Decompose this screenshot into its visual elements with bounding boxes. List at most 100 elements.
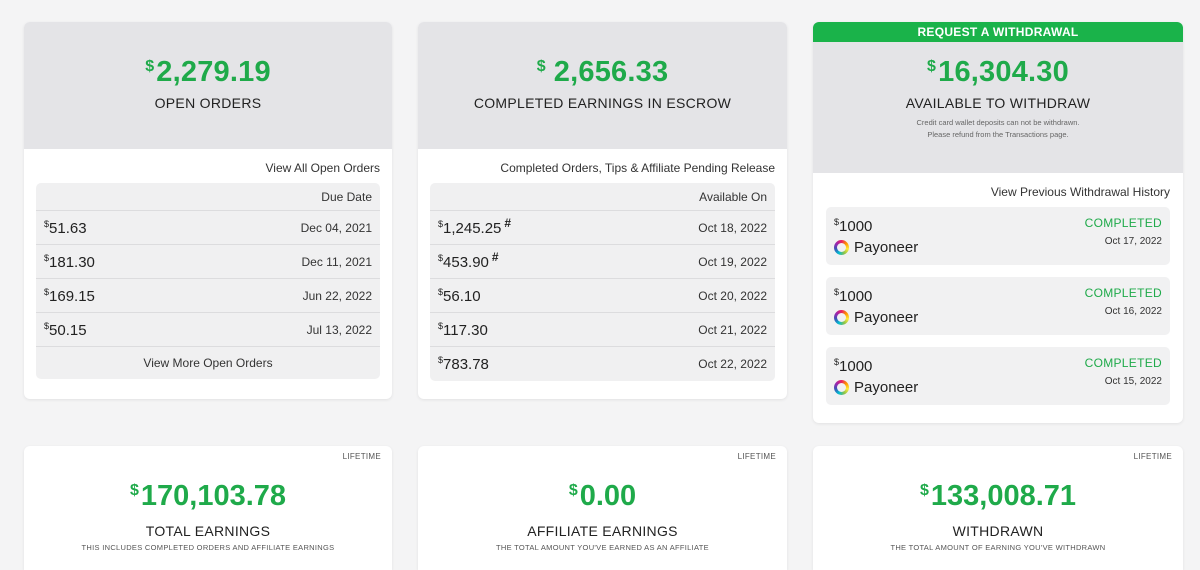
lifetime-tag: LIFETIME [1133,452,1172,461]
withdrawn-card: LIFETIME $133,008.71 WITHDRAWN THE TOTAL AM… [813,446,1183,570]
lifetime-amount: $0.00 [418,480,787,513]
escrow-label: COMPLETED EARNINGS IN ESCROW [473,95,732,111]
payoneer-logo-icon [834,310,849,325]
order-due-date: Dec 04, 2021 [300,220,372,235]
lifetime-label: AFFILIATE EARNINGS [527,523,678,539]
escrow-row: $1,245.25 # Oct 18, 2022 [430,211,775,245]
escrow-amount-value: 56.10 [443,287,481,305]
request-withdrawal-button[interactable]: REQUEST A WITHDRAWAL [813,22,1183,42]
order-amount: $181.30 [44,253,95,271]
order-amount: $51.63 [44,219,87,237]
withdrawal-date: Oct 16, 2022 [1104,306,1162,317]
withdraw-header: REQUEST A WITHDRAWAL $16,304.30 AVAILABL… [813,22,1183,173]
order-amount-value: 169.15 [49,287,95,305]
escrow-row: $56.10 Oct 20, 2022 [430,279,775,313]
view-all-open-orders-link[interactable]: View All Open Orders [36,161,381,183]
open-orders-card: $2,279.19 OPEN ORDERS View All Open Orde… [24,22,392,399]
available-on-header: Available On [430,183,775,211]
tip-marker: # [491,249,499,264]
view-more-open-orders-link[interactable]: View More Open Orders [36,347,380,379]
escrow-card: $2,656.33 COMPLETED EARNINGS IN ESCROW C… [418,22,787,399]
escrow-available-date: Oct 20, 2022 [698,288,767,303]
escrow-header: $2,656.33 COMPLETED EARNINGS IN ESCROW [418,22,787,149]
currency-symbol: $ [568,482,578,499]
withdraw-amount: $16,304.30 [927,56,1069,88]
open-orders-header: $2,279.19 OPEN ORDERS [24,22,392,149]
lifetime-amount: $133,008.71 [813,480,1183,513]
lifetime-label: TOTAL EARNINGS [145,523,271,539]
affiliate-earnings-card: LIFETIME $0.00 AFFILIATE EARNINGS THE TOTAL… [418,446,787,570]
order-amount: $50.15 [44,321,87,339]
lifetime-amount: $170,103.78 [24,480,392,513]
order-amount-value: 181.30 [49,253,95,271]
order-amount-value: 51.63 [49,219,87,237]
escrow-amount: $2,656.33 [536,56,669,88]
open-order-row[interactable]: $169.15 Jun 22, 2022 [36,279,380,313]
withdrawal-item[interactable]: $1000 Payoneer COMPLETED Oct 15, 2022 [826,347,1170,405]
withdrawal-status: COMPLETED [1084,356,1162,370]
withdrawal-date: Oct 17, 2022 [1104,236,1162,247]
order-due-date: Jun 22, 2022 [302,288,372,303]
currency-symbol: $ [919,482,929,499]
open-orders-table: Due Date $51.63 Dec 04, 2021 $181.30 Dec 11… [36,183,380,379]
escrow-row: $117.30 Oct 21, 2022 [430,313,775,347]
lifetime-amount-value: 133,008.71 [930,480,1077,512]
withdraw-note-line-1: Credit card wallet deposits can not be w… [916,118,1080,127]
withdrawal-amount: $1000 [834,287,872,305]
escrow-pending-link[interactable]: Completed Orders, Tips & Affiliate Pendi… [430,161,775,183]
open-orders-amount: $2,279.19 [145,56,271,88]
withdrawal-method: Payoneer [854,239,919,256]
escrow-amount-cell: $56.10 [438,287,481,305]
escrow-amount-value: 783.78 [443,356,489,373]
escrow-table: Available On $1,245.25 # Oct 18, 2022 $453.… [430,183,775,381]
withdrawal-date: Oct 15, 2022 [1104,376,1162,387]
order-amount-value: 50.15 [49,321,87,339]
escrow-available-date: Oct 18, 2022 [698,220,767,235]
escrow-amount-value: 453.90 [443,253,489,271]
escrow-amount-cell: $783.78 [438,355,489,373]
lifetime-label: WITHDRAWN [952,523,1044,539]
lifetime-note: THIS INCLUDES COMPLETED ORDERS AND AFFIL… [81,543,335,552]
withdrawal-amount-value: 1000 [839,218,873,235]
payoneer-logo-icon [834,380,849,395]
escrow-available-date: Oct 22, 2022 [698,357,767,371]
withdrawal-item[interactable]: $1000 Payoneer COMPLETED Oct 17, 2022 [826,207,1170,265]
withdrawal-status: COMPLETED [1084,216,1162,230]
withdraw-label: AVAILABLE TO WITHDRAW [905,95,1091,111]
order-due-date: Jul 13, 2022 [306,322,372,337]
lifetime-tag: LIFETIME [737,452,776,461]
lifetime-amount-value: 0.00 [579,480,637,512]
open-order-row[interactable]: $50.15 Jul 13, 2022 [36,313,380,347]
escrow-available-date: Oct 21, 2022 [698,322,767,337]
escrow-available-date: Oct 19, 2022 [698,254,767,269]
lifetime-note: THE TOTAL AMOUNT YOU'VE EARNED AS AN AFF… [496,543,709,552]
withdrawal-item[interactable]: $1000 Payoneer COMPLETED Oct 16, 2022 [826,277,1170,335]
order-due-date: Dec 11, 2021 [301,254,373,269]
withdrawal-method: Payoneer [854,309,919,326]
escrow-amount-value: 1,245.25 [443,219,502,237]
payoneer-logo-icon [834,240,849,255]
escrow-amount-cell: $1,245.25 # [438,215,512,237]
open-order-row[interactable]: $51.63 Dec 04, 2021 [36,211,380,245]
open-order-row[interactable]: $181.30 Dec 11, 2021 [36,245,380,279]
escrow-amount-cell: $453.90 # [438,249,499,271]
withdraw-note-line-2: Please refund from the Transactions page… [927,130,1069,139]
currency-symbol: $ [129,482,139,499]
payoneer-brand: Payoneer [834,309,918,326]
withdrawal-method: Payoneer [854,379,919,396]
withdrawal-amount-value: 1000 [839,288,873,305]
tip-marker: # [504,215,512,230]
lifetime-amount-value: 170,103.78 [140,480,287,512]
lifetime-tag: LIFETIME [342,452,381,461]
due-date-header: Due Date [36,183,380,211]
withdrawal-amount: $1000 [834,217,872,235]
order-amount: $169.15 [44,287,95,305]
open-orders-label: OPEN ORDERS [154,95,262,111]
escrow-amount-value: 117.30 [443,321,488,339]
escrow-amount-cell: $117.30 [438,321,488,339]
total-earnings-card: LIFETIME $170,103.78 TOTAL EARNINGS THIS IN… [24,446,392,570]
withdrawal-amount: $1000 [834,357,872,375]
payoneer-brand: Payoneer [834,379,918,396]
withdrawal-history-link[interactable]: View Previous Withdrawal History [826,185,1170,207]
withdraw-card: REQUEST A WITHDRAWAL $16,304.30 AVAILABL… [813,22,1183,423]
